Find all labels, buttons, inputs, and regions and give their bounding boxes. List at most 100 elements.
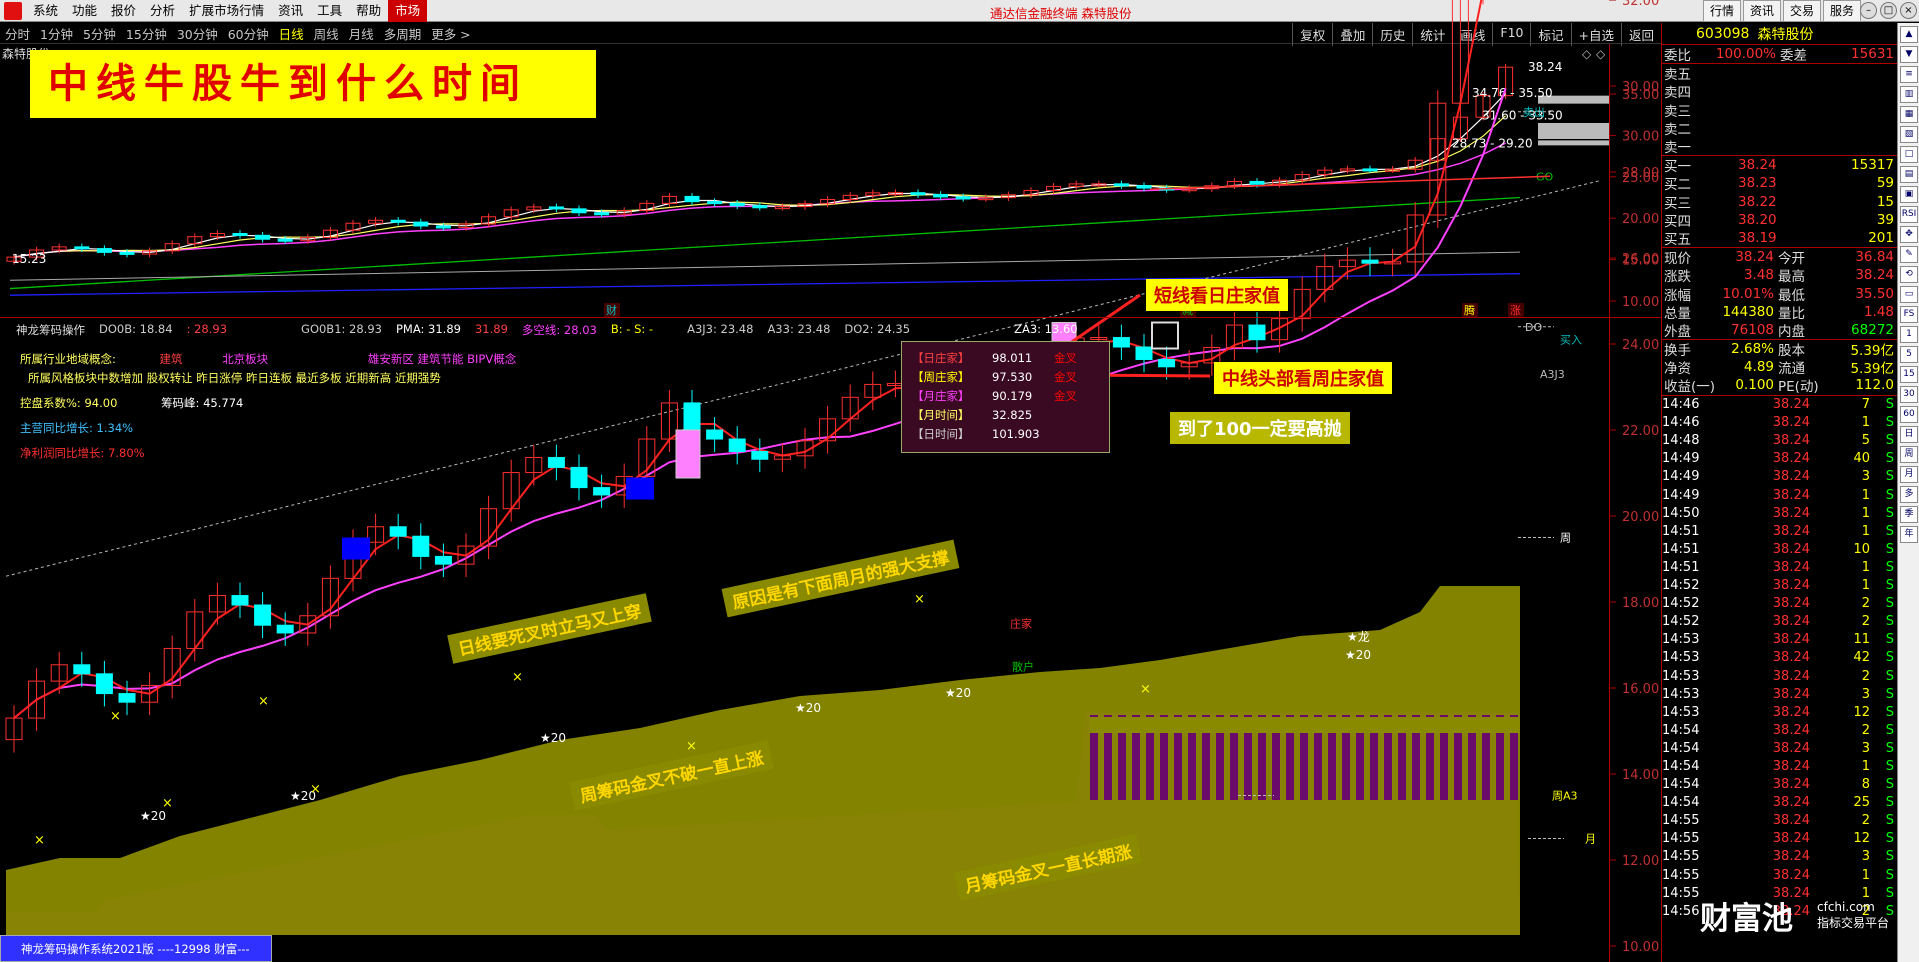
btn-market[interactable]: 行情 xyxy=(1702,0,1741,22)
buy-row: 买二 38.23 59 xyxy=(1664,175,1894,194)
toolbar-icon[interactable]: ✎ xyxy=(1900,246,1918,263)
indicator-value: DO2: 24.35 xyxy=(844,322,911,336)
toolbar-icon[interactable]: 周 xyxy=(1900,446,1918,463)
stock-concepts: 所属行业地域概念: 建筑 北京板块 雄安新区 建筑节能 BIPV概念 所属风格板… xyxy=(20,350,516,463)
candle-body xyxy=(1249,180,1265,185)
top-right-buttons: 行情 资讯 交易 服务 xyxy=(1701,0,1861,22)
star-marker: ★龙 xyxy=(1347,630,1370,644)
btn-trade[interactable]: 交易 xyxy=(1782,0,1821,22)
stat-row: 收益(一) 0.100 PE(动) 112.0 xyxy=(1664,377,1894,396)
candle-body xyxy=(277,238,293,242)
toolbar-icon[interactable]: ▧ xyxy=(1900,126,1918,143)
candle-body xyxy=(594,212,610,216)
indicator-value: A3J3: 23.48 xyxy=(687,322,754,336)
star-marker: ★20 xyxy=(140,809,166,823)
line-label: 买入 xyxy=(1560,334,1582,347)
indicator-value: 多空线: 28.03 xyxy=(521,323,597,337)
toolbar-icon[interactable]: 日 xyxy=(1900,426,1918,443)
candle-body xyxy=(412,535,430,557)
toolbar-icon[interactable]: ▤ xyxy=(1900,166,1918,183)
indicator-name: 神龙筹码操作 xyxy=(16,323,85,337)
cross-marker: × xyxy=(110,709,121,724)
candle-body xyxy=(1248,324,1266,341)
buy-row: 买三 38.22 15 xyxy=(1664,193,1894,212)
tick-row: 14:55 38.24 3 S xyxy=(1662,849,1894,865)
kongpan-value: 94.00 xyxy=(84,396,118,410)
toolbar-icon[interactable]: FS xyxy=(1900,306,1918,323)
cross-marker: × xyxy=(34,833,45,848)
toolbar-icon[interactable]: 季 xyxy=(1900,506,1918,523)
tick-row: 14:50 38.24 1 S xyxy=(1662,505,1894,521)
axis-label: 24.00 xyxy=(1622,338,1659,353)
toolbar-icon[interactable]: 15 xyxy=(1900,366,1918,383)
candle-body xyxy=(547,457,565,468)
toolbar-icon[interactable]: ▼ xyxy=(1900,46,1918,63)
annotation-mid-term: 中线头部看周庄家值 xyxy=(1214,362,1392,394)
indicator-value: A33: 23.48 xyxy=(767,322,831,336)
signal-box xyxy=(675,429,701,479)
candle-body xyxy=(389,526,407,537)
candle-body xyxy=(1135,346,1153,360)
restore-icon[interactable]: □ xyxy=(1880,2,1897,19)
axis-label: 30.00 xyxy=(1622,129,1659,144)
sell-row: 卖五 xyxy=(1664,67,1691,84)
toolbar-icon[interactable]: 5 xyxy=(1900,346,1918,363)
toolbar-icon[interactable]: ≡ xyxy=(1900,66,1918,83)
line-red-flat xyxy=(1149,175,1551,190)
signal-box xyxy=(342,537,370,560)
stock-code: 603098 xyxy=(1696,25,1750,42)
toolbar-icon[interactable]: RSI xyxy=(1900,206,1918,223)
big-title-banner: 中线牛股牛到什么时间 xyxy=(30,50,596,118)
price-label: 34.76 - 35.50 xyxy=(1472,86,1553,100)
footer-system-label: 神龙筹码操作系统2021版 ----12998 财富--- xyxy=(0,935,272,962)
toolbar-icon[interactable]: 1 xyxy=(1900,326,1918,343)
candle-body xyxy=(1113,183,1129,187)
toolbar-icon[interactable]: ▦ xyxy=(1900,106,1918,123)
toolbar-icon[interactable]: ▲ xyxy=(1900,26,1918,43)
candle-body xyxy=(729,202,745,207)
tick-row: 14:54 38.24 25 S xyxy=(1662,795,1894,811)
tick-row: 14:46 38.24 7 S xyxy=(1662,397,1894,413)
tick-row: 14:46 38.24 1 S xyxy=(1662,415,1894,431)
toolbar-icon[interactable]: 年 xyxy=(1900,526,1918,543)
candle-body xyxy=(684,195,700,203)
candle-body xyxy=(728,438,746,452)
close-icon[interactable]: × xyxy=(1900,2,1917,19)
profit-value: 7.80% xyxy=(108,446,145,460)
profit-label: 净利润同比增长: xyxy=(20,446,105,460)
btn-service[interactable]: 服务 xyxy=(1822,0,1861,22)
indicator-value: PMA: 31.89 xyxy=(395,322,461,336)
buy-row: 买四 38.20 39 xyxy=(1664,211,1894,230)
toolbar-icon[interactable]: □ xyxy=(1900,146,1918,163)
diamond-icon: ◇ xyxy=(1582,47,1592,61)
candle-body xyxy=(1361,259,1379,264)
toolbar-icon[interactable]: 30 xyxy=(1900,386,1918,403)
sell-row: 卖三 xyxy=(1664,103,1691,120)
tick-list[interactable]: 14:46 38.24 7 S 14:46 38.24 1 S 14:48 38.24 5 S 14:4… xyxy=(1662,396,1897,921)
minimize-icon[interactable]: – xyxy=(1860,2,1877,19)
kongpan-label: 控盘系数%: xyxy=(20,396,81,410)
axis-label: 14.00 xyxy=(1622,768,1659,783)
tick-row: 14:52 38.24 1 S xyxy=(1662,578,1894,594)
stat-row: 涨跌 3.48 最高 38.24 xyxy=(1664,267,1894,286)
toolbar-icon[interactable]: ▥ xyxy=(1900,86,1918,103)
toolbar-icon[interactable]: 月 xyxy=(1900,466,1918,483)
star-marker: ★20 xyxy=(945,686,971,700)
axis-label: 26.00 xyxy=(1622,252,1659,267)
toolbar-icon[interactable]: ▣ xyxy=(1900,186,1918,203)
toolbar-icon[interactable]: 多 xyxy=(1900,486,1918,503)
watermark-sub: cfchi.com 指标交易平台 xyxy=(1817,900,1890,930)
candle-body xyxy=(548,206,564,210)
toolbar-icon[interactable]: ✥ xyxy=(1900,226,1918,243)
btn-news[interactable]: 资讯 xyxy=(1742,0,1781,22)
candle-body xyxy=(707,201,723,205)
tick-row: 14:53 38.24 42 S xyxy=(1662,650,1894,666)
toolbar-icon[interactable]: ⟲ xyxy=(1900,266,1918,283)
candle-body xyxy=(119,251,135,255)
tick-row: 14:55 38.24 1 S xyxy=(1662,867,1894,883)
tick-row: 14:54 38.24 1 S xyxy=(1662,758,1894,774)
toolbar-icon[interactable]: ▭ xyxy=(1900,286,1918,303)
candle-body xyxy=(593,487,611,496)
toolbar-icon[interactable]: 60 xyxy=(1900,406,1918,423)
kline-chart[interactable]: 35.0030.0025.0020.0015.0010.0038.0036.00… xyxy=(0,0,1661,962)
